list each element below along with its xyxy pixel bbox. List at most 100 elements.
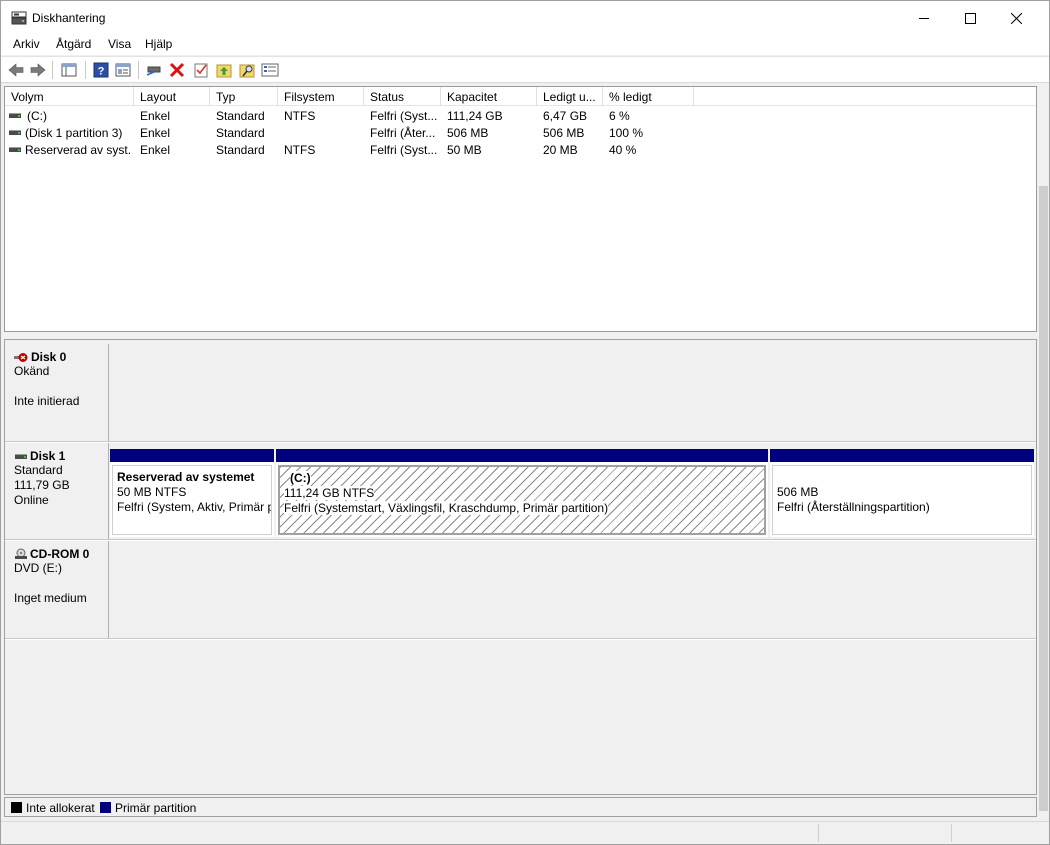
volume-list-header: Volym Layout Typ Filsystem Status Kapaci…	[5, 87, 1036, 106]
partition-name: (C:)	[284, 471, 764, 486]
disk-row-disk1[interactable]: Disk 1 Standard 111,79 GB Online Reserve…	[5, 443, 1036, 539]
disk-area-disk1: Reserverad av systemet 50 MB NTFS Felfri…	[110, 443, 1036, 539]
volume-row[interactable]: (C:) Enkel Standard NTFS Felfri (Syst...…	[5, 107, 1036, 124]
toolbar-separator	[138, 61, 139, 79]
partition-color-bar	[770, 449, 1034, 462]
cell-status: Felfri (Åter...	[370, 126, 436, 140]
column-header-status[interactable]: Status	[364, 87, 441, 106]
cell-layout: Enkel	[140, 126, 171, 140]
back-arrow-icon[interactable]	[7, 61, 25, 79]
disk-label-disk0[interactable]: Disk 0 Okänd Inte initierad	[5, 344, 109, 441]
column-header-procent-ledigt[interactable]: % ledigt	[603, 87, 694, 106]
properties-icon[interactable]	[114, 61, 132, 79]
partition-info: Reserverad av systemet 50 MB NTFS Felfri…	[112, 465, 272, 535]
cell-procent: 100 %	[609, 126, 644, 140]
disk-name: CD-ROM 0	[14, 547, 108, 561]
title-bar: Diskhantering	[1, 1, 1049, 35]
cell-volym: (Disk 1 partition 3)	[25, 126, 123, 140]
partition-size: 111,24 GB NTFS	[284, 486, 764, 501]
menu-bar: Arkiv Åtgärd Visa Hjälp	[1, 35, 1049, 55]
disk-row-divider	[5, 638, 1036, 640]
volume-row[interactable]: (Disk 1 partition 3) Enkel Standard Felf…	[5, 124, 1036, 141]
folder-up-icon[interactable]	[215, 61, 233, 79]
partition-status-text: Felfri (Systemstart, Växlingsfil, Krasch…	[284, 501, 609, 515]
hard-disk-icon	[15, 454, 27, 459]
delete-icon[interactable]	[168, 61, 186, 79]
menu-arkiv[interactable]: Arkiv	[11, 37, 42, 51]
disk-row-disk0[interactable]: Disk 0 Okänd Inte initierad	[5, 344, 1036, 441]
disk-type: Okänd	[14, 364, 50, 378]
forward-arrow-icon[interactable]	[29, 61, 47, 79]
disk-type: Standard	[14, 463, 63, 477]
legend-swatch-primary	[100, 802, 111, 813]
cell-ledigt: 506 MB	[543, 126, 585, 140]
unknown-disk-error-icon	[14, 352, 28, 362]
disk-label-cdrom0[interactable]: CD-ROM 0 DVD (E:) Inget medium	[5, 541, 109, 638]
column-header-layout[interactable]: Layout	[134, 87, 210, 106]
vertical-scrollbar[interactable]	[1038, 86, 1049, 821]
disk-size	[14, 576, 108, 591]
cell-ledigt: 6,47 GB	[543, 109, 588, 123]
cell-kapacitet: 506 MB	[447, 126, 489, 140]
cell-volym: (C:)	[27, 109, 47, 123]
disk-area-cdrom0	[110, 541, 1036, 638]
disk-row-cdrom0[interactable]: CD-ROM 0 DVD (E:) Inget medium	[5, 541, 1036, 638]
cell-typ: Standard	[216, 143, 265, 157]
checklist-icon[interactable]	[192, 61, 210, 79]
volume-list[interactable]: Volym Layout Typ Filsystem Status Kapaci…	[4, 86, 1037, 332]
menu-hjalp[interactable]: Hjälp	[143, 37, 174, 51]
cell-typ: Standard	[216, 109, 265, 123]
disk-state: Online	[14, 493, 49, 507]
menu-visa[interactable]: Visa	[106, 37, 133, 51]
column-header-ledigt[interactable]: Ledigt u...	[537, 87, 603, 106]
help-icon[interactable]: ?	[92, 61, 110, 79]
close-button[interactable]	[993, 1, 1039, 35]
column-header-typ[interactable]: Typ	[210, 87, 278, 106]
cd-drive-icon	[15, 548, 27, 559]
column-header-volym[interactable]: Volym	[5, 87, 134, 106]
svg-text:?: ?	[98, 66, 105, 78]
partition-recovery[interactable]: 506 MB Felfri (Återställningspartition)	[770, 449, 1034, 537]
legend-label-primary: Primär partition	[115, 801, 197, 815]
disk-label-disk1[interactable]: Disk 1 Standard 111,79 GB Online	[5, 443, 109, 539]
partition-name: Reserverad av systemet	[117, 470, 255, 484]
cell-kapacitet: 50 MB	[447, 143, 482, 157]
maximize-button[interactable]	[947, 1, 993, 35]
cell-status: Felfri (Syst...	[370, 109, 438, 123]
partition-status: Felfri (Systemstart, Växlingsfil, Krasch…	[284, 501, 764, 516]
legend-swatch-unallocated	[11, 802, 22, 813]
partition-name	[777, 470, 1031, 485]
partition-status: Felfri (System, Aktiv, Primär partition)	[117, 500, 271, 514]
volume-row[interactable]: Reserverad av syst... Enkel Standard NTF…	[5, 141, 1036, 158]
cell-typ: Standard	[216, 126, 265, 140]
partition-reserved[interactable]: Reserverad av systemet 50 MB NTFS Felfri…	[110, 449, 274, 537]
cell-filsystem: NTFS	[284, 109, 316, 123]
partition-info: 506 MB Felfri (Återställningspartition)	[772, 465, 1032, 535]
disk-management-window: Diskhantering Arkiv Åtgärd Visa Hjälp ? …	[0, 0, 1050, 845]
toolbar-separator	[85, 61, 86, 79]
scrollbar-thumb[interactable]	[1039, 186, 1048, 811]
cell-kapacitet: 111,24 GB	[447, 109, 503, 123]
connect-disk-icon[interactable]	[145, 61, 163, 79]
menu-atgard[interactable]: Åtgärd	[54, 37, 93, 51]
partition-size: 506 MB	[777, 485, 819, 499]
disk-name-text: Disk 0	[31, 350, 67, 364]
cell-layout: Enkel	[140, 109, 171, 123]
legend-label-unallocated: Inte allokerat	[26, 801, 95, 815]
disk-state: Inget medium	[14, 591, 87, 605]
search-folder-icon[interactable]	[238, 61, 256, 79]
partition-c[interactable]: (C:) 111,24 GB NTFS Felfri (Systemstart,…	[276, 449, 768, 537]
minimize-button[interactable]	[901, 1, 947, 35]
partition-status: Felfri (Återställningspartition)	[777, 500, 930, 514]
console-tree-icon[interactable]	[60, 61, 78, 79]
disk-management-app-icon	[11, 11, 27, 25]
disk-graphical-pane: Disk 0 Okänd Inte initierad Disk 1 Stand…	[4, 339, 1037, 795]
status-bar	[1, 821, 1049, 844]
column-header-kapacitet[interactable]: Kapacitet	[441, 87, 537, 106]
column-header-filsystem[interactable]: Filsystem	[278, 87, 364, 106]
status-bar-divider	[951, 824, 952, 842]
close-icon	[1010, 12, 1022, 24]
cell-filsystem: NTFS	[284, 143, 316, 157]
settings-list-icon[interactable]	[261, 61, 279, 79]
cell-procent: 6 %	[609, 109, 630, 123]
